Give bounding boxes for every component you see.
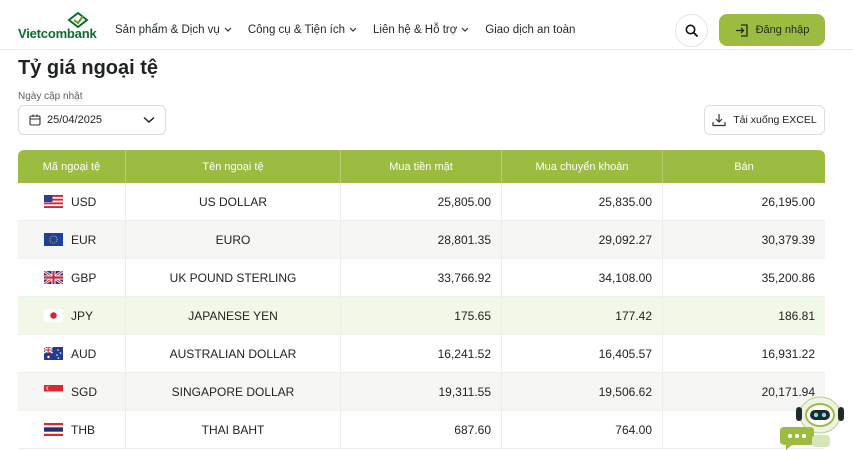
currency-code: USD: [71, 194, 97, 209]
currency-name: US DOLLAR: [126, 183, 341, 220]
nav-safe-transactions[interactable]: Giao dịch an toàn: [485, 24, 575, 36]
header-currency-code: Mã ngoại tệ: [18, 150, 126, 183]
chevron-down-icon: [143, 116, 155, 124]
sell-value: 16,931.22: [761, 346, 815, 361]
login-label: Đăng nhập: [755, 24, 810, 36]
date-value: 25/04/2025: [47, 114, 103, 126]
transfer-buy-value: 29,092.27: [502, 221, 663, 258]
table-row: THB THAI BAHT 687.60 764.00: [18, 411, 825, 449]
currency-code: GBP: [71, 270, 97, 285]
download-label: Tải xuống EXCEL: [733, 114, 817, 126]
currency-code: JPY: [71, 308, 94, 323]
download-excel-button[interactable]: Tải xuống EXCEL: [704, 105, 825, 135]
header-sell: Bán: [734, 160, 754, 173]
table-row: EUR EURO 28,801.35 29,092.27 30,379.39: [18, 221, 825, 259]
header-cash-buy: Mua tiền mặt: [341, 150, 502, 183]
cash-buy-value: 19,311.55: [341, 373, 502, 410]
table-row: USD US DOLLAR 25,805.00 25,835.00 26,195…: [18, 183, 825, 221]
date-label: Ngày cập nhật: [18, 91, 83, 102]
main-nav: Sản phẩm & Dịch vụ Công cụ & Tiện ích Li…: [115, 24, 575, 36]
jp-flag-icon: [44, 309, 63, 322]
currency-code: SGD: [71, 384, 98, 399]
cash-buy-value: 175.65: [341, 297, 502, 334]
currency-code-cell: EUR: [18, 221, 126, 258]
transfer-buy-value: 16,405.57: [502, 335, 663, 372]
sell-value: 35,200.86: [761, 270, 815, 285]
table-row: AUD AUSTRALIAN DOLLAR 16,241.52 16,405.5…: [18, 335, 825, 373]
eu-flag-icon: [44, 233, 63, 246]
cash-buy-value: 33,766.92: [341, 259, 502, 296]
uk-flag-icon: [44, 271, 63, 284]
header-transfer-buy: Mua chuyển khoản: [502, 150, 663, 183]
sell-value: 30,379.39: [761, 232, 815, 247]
cash-buy-value: 687.60: [341, 411, 502, 448]
table-row: JPY JAPANESE YEN 175.65 177.42 186.81: [18, 297, 825, 335]
chatbot-robot-icon: [780, 396, 844, 450]
currency-name: UK POUND STERLING: [126, 259, 341, 296]
cash-buy-value: 16,241.52: [341, 335, 502, 372]
currency-code: EUR: [71, 232, 97, 247]
chatbot-button[interactable]: [774, 395, 846, 450]
currency-name: EURO: [126, 221, 341, 258]
currency-code-cell: SGD: [18, 373, 126, 410]
chevron-down-icon: [349, 27, 357, 32]
search-button[interactable]: [675, 14, 708, 47]
chevron-down-icon: [461, 27, 469, 32]
brand-name: Vietcombank: [18, 26, 97, 41]
calendar-icon: [29, 114, 41, 126]
transfer-buy-value: 764.00: [502, 411, 663, 448]
currency-code: THB: [71, 422, 95, 437]
top-header: Vietcombank Sản phẩm & Dịch vụ Công cụ &…: [0, 0, 853, 50]
nav-label: Liên hệ & Hỗ trợ: [373, 24, 458, 36]
sg-flag-icon: [44, 385, 63, 398]
page-title: Tỷ giá ngoại tệ: [18, 57, 159, 79]
us-flag-icon: [44, 195, 63, 208]
nav-tools-utilities[interactable]: Công cụ & Tiện ích: [248, 24, 357, 36]
currency-code: AUD: [71, 346, 97, 361]
chevron-down-icon: [224, 27, 232, 32]
table-row: GBP UK POUND STERLING 33,766.92 34,108.0…: [18, 259, 825, 297]
currency-code-cell: THB: [18, 411, 126, 448]
nav-contact-support[interactable]: Liên hệ & Hỗ trợ: [373, 24, 469, 36]
nav-products-services[interactable]: Sản phẩm & Dịch vụ: [115, 24, 232, 36]
vietcombank-logo[interactable]: Vietcombank: [18, 12, 97, 41]
currency-code-cell: GBP: [18, 259, 126, 296]
currency-name: AUSTRALIAN DOLLAR: [126, 335, 341, 372]
currency-name: JAPANESE YEN: [126, 297, 341, 334]
transfer-buy-value: 19,506.62: [502, 373, 663, 410]
sell-value: 186.81: [778, 308, 815, 323]
download-icon: [712, 114, 726, 127]
search-icon: [685, 24, 698, 37]
nav-label: Giao dịch an toàn: [485, 24, 576, 36]
sell-value: 26,195.00: [761, 194, 815, 209]
cash-buy-value: 28,801.35: [341, 221, 502, 258]
header-currency-name: Tên ngoại tệ: [126, 150, 341, 183]
exchange-rate-table: Mã ngoại tệ Tên ngoại tệ Mua tiền mặt Mu…: [18, 150, 825, 449]
th-flag-icon: [44, 423, 63, 436]
au-flag-icon: [44, 347, 63, 360]
transfer-buy-value: 25,835.00: [502, 183, 663, 220]
currency-code-cell: USD: [18, 183, 126, 220]
nav-label: Sản phẩm & Dịch vụ: [115, 24, 220, 36]
currency-code-cell: AUD: [18, 335, 126, 372]
cash-buy-value: 25,805.00: [341, 183, 502, 220]
currency-name: SINGAPORE DOLLAR: [126, 373, 341, 410]
login-icon: [735, 23, 748, 37]
currency-code-cell: JPY: [18, 297, 126, 334]
login-button[interactable]: Đăng nhập: [719, 14, 825, 46]
date-picker[interactable]: 25/04/2025: [18, 105, 166, 135]
currency-name: THAI BAHT: [126, 411, 341, 448]
table-header: Mã ngoại tệ Tên ngoại tệ Mua tiền mặt Mu…: [18, 150, 825, 183]
table-row: SGD SINGAPORE DOLLAR 19,311.55 19,506.62…: [18, 373, 825, 411]
transfer-buy-value: 177.42: [502, 297, 663, 334]
transfer-buy-value: 34,108.00: [502, 259, 663, 296]
nav-label: Công cụ & Tiện ích: [247, 24, 346, 36]
